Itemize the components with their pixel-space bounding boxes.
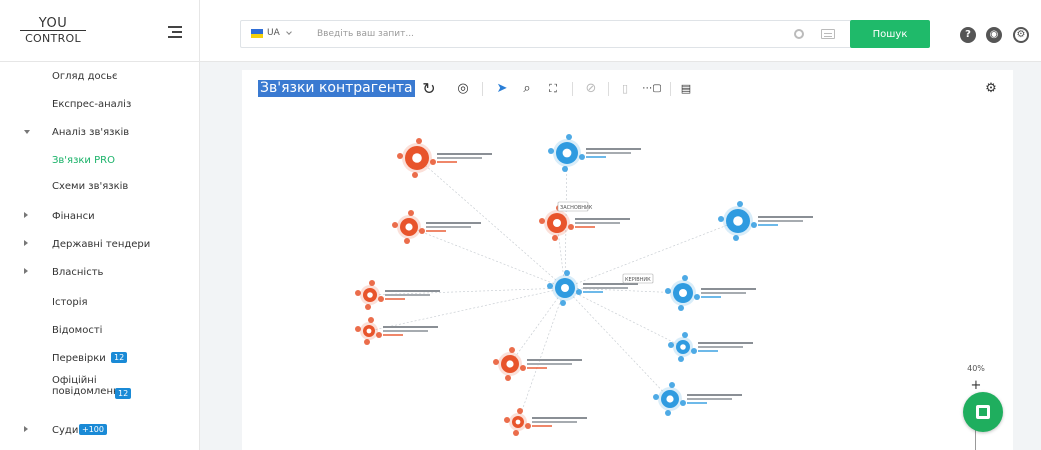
sidebar-item-label: Зв'язки PRO bbox=[52, 155, 115, 166]
logo-line2: CONTROL bbox=[20, 30, 86, 45]
target-icon[interactable]: ◎ bbox=[454, 80, 472, 98]
sidebar-item[interactable]: Експрес-аналіз bbox=[0, 92, 200, 118]
graph-edge bbox=[564, 287, 671, 400]
refresh-icon[interactable]: ↻ bbox=[420, 80, 438, 98]
graph-node[interactable] bbox=[653, 382, 742, 416]
edge-label: КЕРІВНИК bbox=[622, 273, 654, 284]
sidebar-item-label: Суди bbox=[52, 425, 79, 436]
toolbar-divider bbox=[670, 82, 671, 96]
layout-icon[interactable]: ▯ bbox=[618, 80, 632, 98]
app: YOU CONTROL Огляд досьє Експрес-аналіз Ана… bbox=[0, 0, 1041, 450]
search-input[interactable] bbox=[317, 26, 767, 42]
graph-node[interactable] bbox=[355, 317, 438, 345]
top-bar: UA Пошук ? ◉ ⚙ bbox=[200, 0, 1041, 62]
edge-label: ЗАСНОВНИК bbox=[557, 201, 593, 212]
count-badge: +100 bbox=[79, 424, 107, 435]
count-badge: 12 bbox=[115, 388, 132, 399]
sidebar-item-label: Державні тендери bbox=[52, 239, 151, 250]
zoom-level: 40% bbox=[967, 364, 985, 373]
search-settings-icon[interactable] bbox=[794, 29, 804, 39]
edge-label-text: КЕРІВНИК bbox=[625, 277, 651, 283]
settings-icon[interactable]: ⚙ bbox=[1013, 27, 1029, 43]
sidebar-item[interactable]: Суди +100 bbox=[0, 418, 200, 444]
zoom-in-button[interactable]: + bbox=[960, 378, 992, 393]
notifications-icon[interactable]: ◉ bbox=[986, 27, 1002, 43]
logo-row: YOU CONTROL bbox=[0, 0, 200, 62]
main-area: Зв'язки контрагента ↻ ◎ ➤ ⌕ ⛶ ⊘ ▯ ⋯▢ ▤ ⚙… bbox=[200, 62, 1041, 450]
graph-node[interactable] bbox=[668, 332, 753, 362]
graph-node[interactable] bbox=[718, 201, 813, 241]
search-button[interactable]: Пошук bbox=[850, 20, 930, 48]
graph-node[interactable] bbox=[355, 280, 440, 310]
search-box: UA bbox=[240, 20, 880, 48]
toolbar-divider bbox=[608, 82, 609, 96]
sidebar-item[interactable]: Відомості bbox=[0, 318, 200, 344]
graph-node[interactable] bbox=[665, 275, 756, 311]
sidebar-item[interactable]: Офіційні повідомлення 12 bbox=[0, 374, 200, 400]
caret-right-icon[interactable] bbox=[24, 268, 28, 274]
sidebar-item[interactable]: Історія bbox=[0, 290, 200, 316]
page-title: Зв'язки контрагента bbox=[258, 80, 415, 97]
sidebar-item-label: Огляд досьє bbox=[52, 71, 118, 82]
sidebar-item-label: Схеми зв'язків bbox=[52, 181, 129, 192]
sidebar-item-label: Історія bbox=[52, 297, 88, 308]
chat-button[interactable] bbox=[963, 392, 1003, 432]
sidebar-item-label: Фінанси bbox=[52, 211, 95, 222]
toolbar-divider bbox=[572, 82, 573, 96]
caret-down-icon[interactable] bbox=[24, 130, 30, 134]
sidebar-item-label: Експрес-аналіз bbox=[52, 99, 132, 110]
sidebar-item-label: Відомості bbox=[52, 325, 103, 336]
hide-icon[interactable]: ⊘ bbox=[582, 80, 600, 98]
sidebar-item[interactable]: Зв'язки PRO bbox=[0, 148, 200, 174]
caret-right-icon[interactable] bbox=[24, 212, 28, 218]
select-cursor-icon[interactable]: ➤ bbox=[494, 80, 510, 98]
pdf-export-icon[interactable]: ▤ bbox=[678, 80, 694, 98]
caret-right-icon[interactable] bbox=[24, 426, 28, 432]
sidebar-item-label: Офіційні повідомлення bbox=[52, 375, 126, 397]
sidebar-item[interactable]: Державні тендери bbox=[0, 232, 200, 258]
collapse-menu-icon[interactable] bbox=[168, 26, 182, 38]
caret-right-icon[interactable] bbox=[24, 240, 28, 246]
sidebar-item-label: Аналіз зв'язків bbox=[52, 127, 130, 138]
sidebar-item[interactable]: Аналіз зв'язків bbox=[0, 120, 200, 146]
sidebar-item-label: Власність bbox=[52, 267, 104, 278]
graph-panel: Зв'язки контрагента ↻ ◎ ➤ ⌕ ⛶ ⊘ ▯ ⋯▢ ▤ ⚙… bbox=[242, 70, 1013, 450]
group-nodes-icon[interactable]: ⋯▢ bbox=[640, 80, 664, 98]
chat-icon bbox=[976, 405, 990, 419]
logo-line1: YOU bbox=[38, 16, 68, 31]
search-node-icon[interactable]: ⌕ bbox=[518, 80, 536, 98]
graph-node[interactable] bbox=[504, 408, 587, 436]
graph-edge bbox=[408, 226, 566, 289]
panel-settings-icon[interactable]: ⚙ bbox=[982, 80, 1000, 98]
sidebar-item[interactable]: Огляд досьє bbox=[0, 64, 200, 90]
graph-node[interactable] bbox=[392, 210, 481, 244]
relations-graph[interactable]: ЗАСНОВНИК КЕРІВНИК bbox=[242, 108, 1013, 450]
graph-node[interactable] bbox=[548, 134, 641, 172]
toolbar-divider bbox=[482, 82, 483, 96]
graph-edge bbox=[517, 287, 566, 423]
graph-edge bbox=[509, 287, 566, 365]
sidebar: YOU CONTROL Огляд досьє Експрес-аналіз Ана… bbox=[0, 0, 200, 450]
chevron-down-icon[interactable] bbox=[286, 29, 292, 35]
graph-edge bbox=[564, 287, 684, 348]
sidebar-item[interactable]: Власність bbox=[0, 260, 200, 286]
count-badge: 12 bbox=[111, 352, 128, 363]
ukraine-flag-icon[interactable] bbox=[251, 29, 263, 38]
graph-node[interactable] bbox=[397, 138, 492, 178]
country-selector[interactable]: UA bbox=[267, 28, 280, 38]
sidebar-item[interactable]: Перевірки 12 bbox=[0, 346, 200, 372]
sidebar-item[interactable]: Фінанси bbox=[0, 204, 200, 230]
help-icon[interactable]: ? bbox=[960, 27, 976, 43]
fit-view-icon[interactable]: ⛶ bbox=[544, 80, 562, 98]
sidebar-item[interactable]: Схеми зв'язків bbox=[0, 174, 200, 200]
keyboard-icon[interactable] bbox=[821, 29, 835, 39]
sidebar-item-label: Перевірки bbox=[52, 353, 106, 364]
edge-label-text: ЗАСНОВНИК bbox=[560, 205, 593, 211]
logo[interactable]: YOU CONTROL bbox=[20, 16, 86, 45]
graph-node[interactable] bbox=[493, 347, 582, 381]
